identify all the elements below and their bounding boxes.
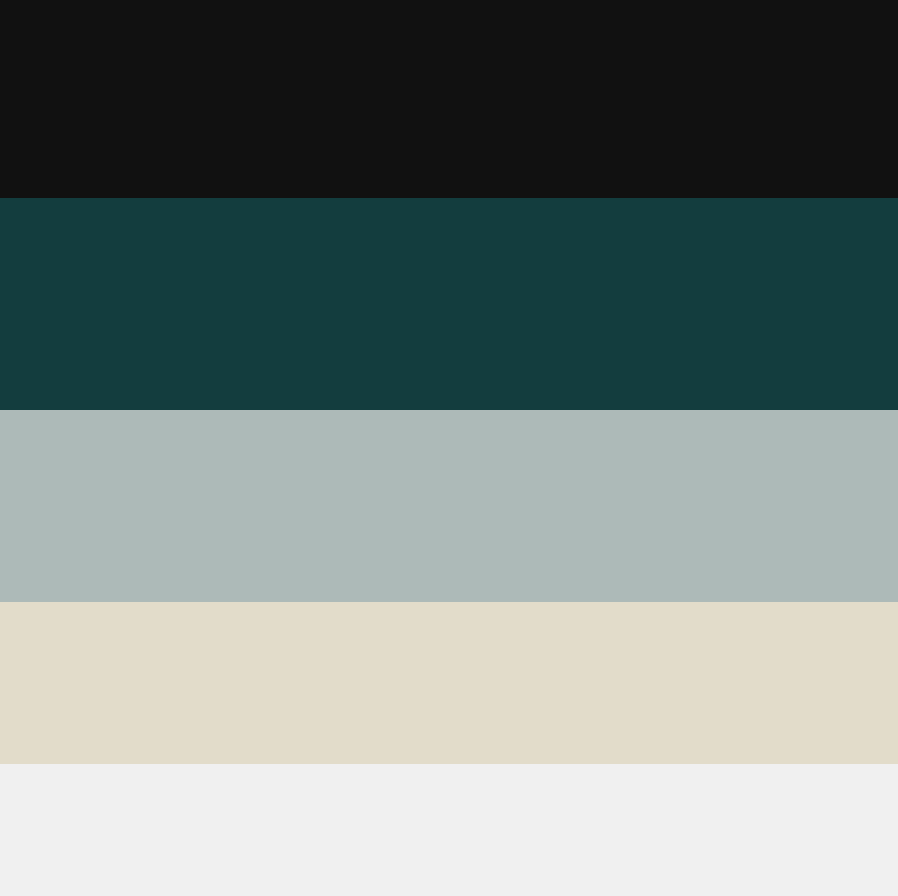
color-swatch-1: [0, 0, 898, 198]
color-swatch-2: [0, 198, 898, 410]
color-swatch-3: [0, 410, 898, 602]
color-swatch-4: [0, 602, 898, 764]
color-swatch-5: [0, 764, 898, 896]
color-palette: [0, 0, 898, 896]
